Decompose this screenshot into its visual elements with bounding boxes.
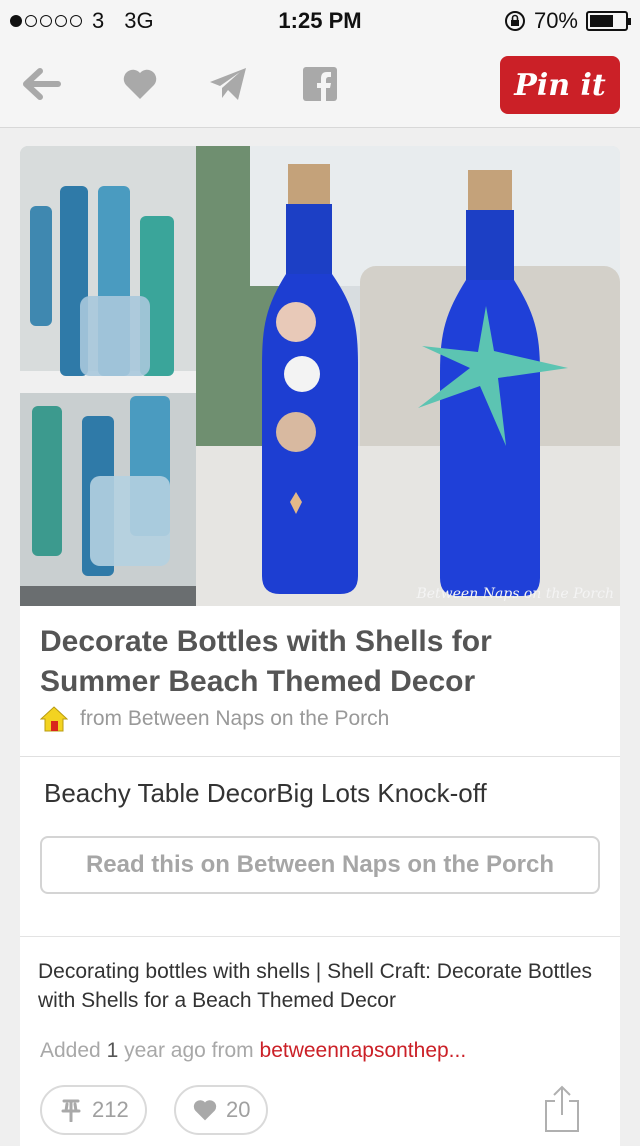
back-button[interactable] bbox=[20, 62, 64, 106]
battery-area: 70% bbox=[504, 8, 631, 34]
related-pin: Decorating bottles with shells | Shell C… bbox=[20, 936, 620, 1136]
pushpin-icon bbox=[61, 1099, 81, 1122]
paper-plane-icon bbox=[210, 68, 246, 100]
related-title[interactable]: Decorating bottles with shells | Shell C… bbox=[38, 957, 598, 1015]
source-label: from Between Naps on the Porch bbox=[80, 707, 390, 730]
like-button[interactable] bbox=[118, 62, 162, 106]
read-source-button[interactable]: Read this on Between Naps on the Porch bbox=[40, 836, 600, 894]
arrow-left-icon bbox=[23, 68, 61, 100]
repin-count-button[interactable]: 212 bbox=[40, 1085, 147, 1135]
added-mid: year ago from bbox=[124, 1039, 254, 1062]
pin-it-button[interactable]: Pin it bbox=[500, 56, 620, 114]
send-button[interactable] bbox=[206, 62, 250, 106]
pin-toolbar: Pin it bbox=[0, 40, 640, 128]
battery-icon bbox=[586, 11, 631, 31]
like-count-button[interactable]: 20 bbox=[174, 1085, 269, 1135]
bottles-photo bbox=[20, 146, 620, 606]
added-prefix: Added bbox=[40, 1039, 101, 1062]
pin-description: Beachy Table DecorBig Lots Knock-off bbox=[44, 778, 487, 808]
facebook-share-button[interactable] bbox=[298, 62, 342, 106]
status-bar: 3 3G 1:25 PM 70% bbox=[0, 0, 640, 40]
battery-percent: 70% bbox=[533, 8, 578, 33]
like-count: 20 bbox=[226, 1097, 251, 1122]
added-num: 1 bbox=[106, 1039, 119, 1062]
share-icon bbox=[545, 1085, 579, 1132]
home-icon bbox=[40, 706, 68, 732]
heart-icon bbox=[123, 69, 157, 99]
pin-title[interactable]: Decorate Bottles with Shells for Summer … bbox=[40, 622, 600, 702]
pin-source[interactable]: from Between Naps on the Porch bbox=[40, 706, 389, 732]
rotation-lock-icon bbox=[504, 11, 525, 31]
pin-image[interactable]: Between Naps on the Porch bbox=[20, 146, 620, 606]
related-source-link[interactable]: betweennapsonthep... bbox=[260, 1039, 467, 1062]
related-meta: Added 1 year ago from betweennapsonthep.… bbox=[40, 1039, 466, 1063]
repin-count: 212 bbox=[92, 1097, 129, 1122]
divider bbox=[20, 756, 620, 757]
heart-icon bbox=[193, 1100, 217, 1121]
facebook-icon bbox=[303, 67, 337, 101]
share-button[interactable] bbox=[542, 1085, 582, 1138]
photo-watermark: Between Naps on the Porch bbox=[416, 586, 614, 602]
